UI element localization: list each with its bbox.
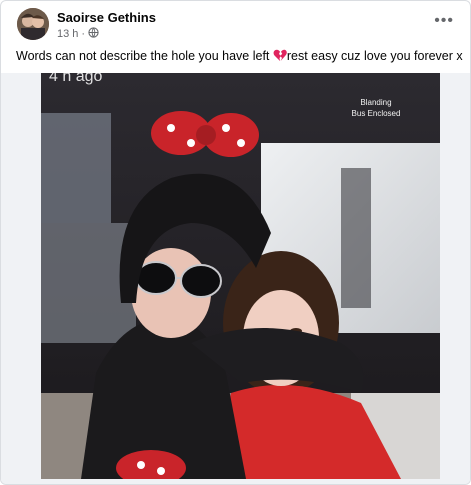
broken-heart-icon (273, 49, 287, 65)
post-meta: 13 h · (57, 27, 99, 41)
post-header: Saoirse Gethins 13 h · ••• (17, 8, 456, 42)
post-caption: Words can not describe the hole you have… (16, 49, 463, 65)
post-time[interactable]: 13 h (57, 28, 78, 40)
caption-text-end: rest easy cuz love you forever x (286, 49, 463, 63)
author-name[interactable]: Saoirse Gethins (57, 10, 156, 25)
more-options-icon[interactable]: ••• (434, 12, 454, 30)
photo-overlay-sign-1: Blanding (360, 98, 391, 107)
author-avatar[interactable] (17, 8, 49, 40)
facebook-post-card: Saoirse Gethins 13 h · ••• Words can not… (0, 0, 471, 485)
caption-text-start: Words can not describe the hole you have… (16, 49, 273, 63)
photo-overlay-sign-2: Bus Enclosed (352, 109, 401, 118)
photo-container[interactable]: 4 h ago Blanding Bus Enclosed (1, 73, 470, 484)
post-photo[interactable]: 4 h ago Blanding Bus Enclosed (41, 73, 440, 479)
meta-separator: · (81, 28, 86, 40)
globe-icon (88, 27, 99, 41)
photo-overlay-time: 4 h ago (49, 73, 102, 85)
